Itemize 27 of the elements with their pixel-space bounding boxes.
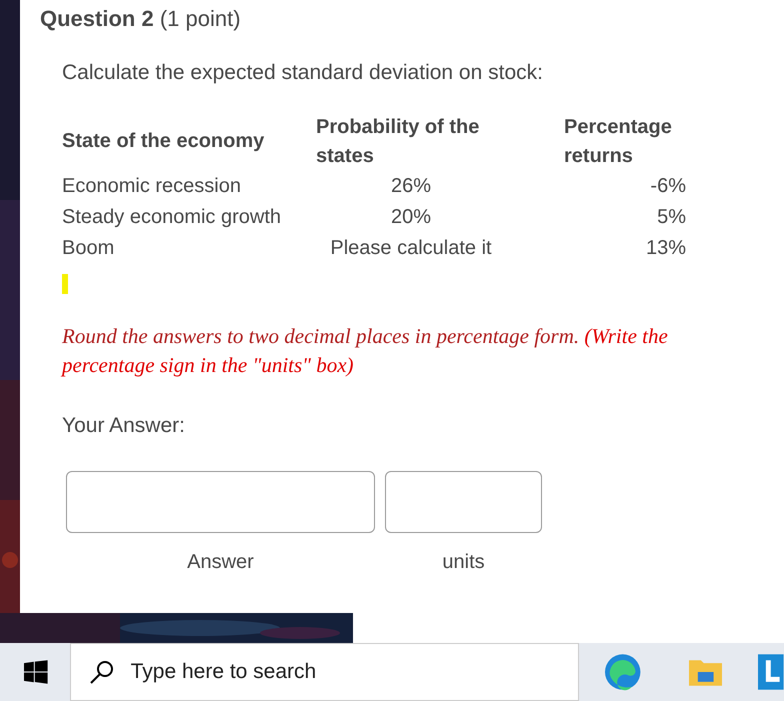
folder-icon[interactable] (688, 658, 722, 686)
search-icon (88, 659, 115, 685)
table-cell-text: -6% (650, 174, 686, 198)
column-header: Percentage returns (564, 116, 672, 166)
browser-icon[interactable] (604, 653, 641, 691)
table-cell-text: 20% (390, 204, 432, 230)
table-cell-text: 13% (646, 236, 686, 260)
table-cell-text: Boom (62, 236, 114, 260)
field-caption: units (442, 550, 485, 575)
table-cell-text: 5% (657, 204, 686, 230)
table-cell-text: Economic recession (62, 174, 241, 198)
search-box[interactable]: Type here to search (70, 643, 579, 701)
table-cell-text: Steady economic growth (62, 204, 282, 230)
instruction-text: Round the answers to two decimal places in percentage form. (Write the percentage sign in the "units" box) (62, 322, 669, 378)
units-field[interactable] (385, 471, 542, 533)
column-header: State of the economy (62, 130, 264, 152)
question-title: Question 2 (1 point) (40, 5, 242, 33)
windows-logo-icon[interactable] (24, 660, 48, 684)
answer-label: Your Answer: (62, 412, 186, 438)
table-cell-text: 26% (390, 174, 432, 198)
question-prompt: Calculate the expected standard deviation on stock: (62, 60, 544, 86)
field-caption: Answer (187, 550, 254, 575)
app-icon[interactable] (758, 654, 784, 690)
text-cursor (62, 274, 68, 294)
column-header: Probability of the states (316, 116, 480, 166)
answer-field[interactable] (66, 471, 375, 533)
table-cell-text: Please calculate it (330, 236, 492, 260)
